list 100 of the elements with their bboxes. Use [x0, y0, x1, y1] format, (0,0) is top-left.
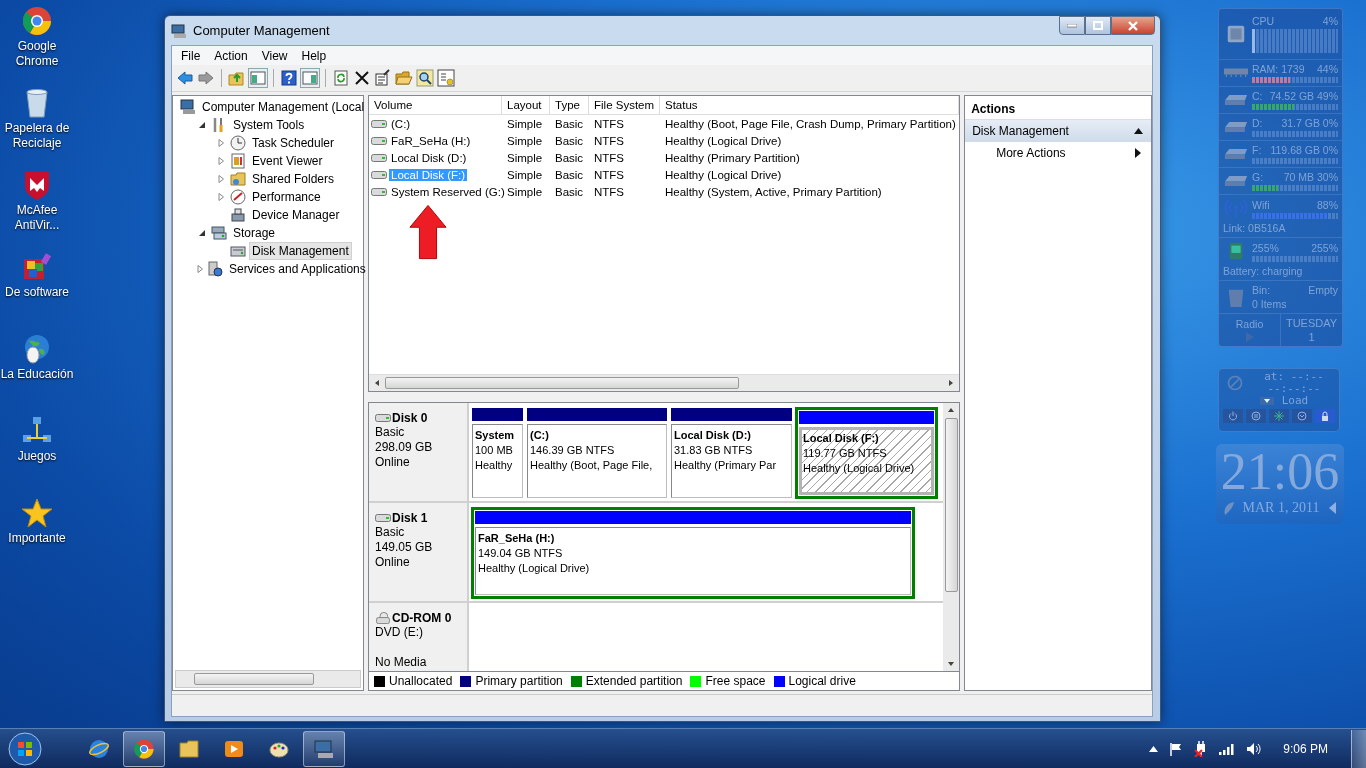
tree-item[interactable]: Services and Applications	[226, 260, 369, 278]
desktop-shortcut[interactable]: Google Chrome	[0, 5, 74, 87]
pane-toggle-icon[interactable]	[249, 69, 267, 87]
left-arrow-icon[interactable]	[1327, 501, 1338, 515]
delete-icon[interactable]	[353, 69, 371, 87]
collapse-caret-icon[interactable]	[1134, 128, 1143, 134]
submenu-caret-icon[interactable]	[1135, 148, 1141, 158]
tree-item[interactable]: Disk Management	[249, 242, 352, 260]
scroll-down-icon[interactable]	[947, 660, 956, 668]
refresh-icon[interactable]	[332, 69, 350, 87]
partition-block[interactable]: Local Disk (F:) 119.77 GB NTFS Healthy (Logical Drive)	[795, 407, 938, 499]
help-icon[interactable]	[280, 69, 298, 87]
taskbar-button[interactable]	[123, 731, 165, 767]
speaker-icon[interactable]	[1246, 742, 1263, 756]
restart-button[interactable]	[1269, 409, 1289, 423]
action-link[interactable]: More Actions	[996, 146, 1066, 160]
forward-arrow-icon[interactable]	[197, 69, 215, 87]
menu-item[interactable]: Help	[294, 48, 334, 63]
menu-item[interactable]: View	[254, 48, 295, 63]
table-cell-text: Basic	[554, 168, 585, 181]
meter-reading: 74.52 GB 49%	[1269, 90, 1338, 102]
drive-name[interactable]: FaR_SeHa (H:)	[389, 134, 473, 147]
expand-arrow-icon[interactable]	[217, 175, 225, 183]
scroll-up-icon[interactable]	[947, 406, 956, 414]
desktop-shortcut[interactable]: McAfee AntiVir...	[0, 169, 74, 251]
partition-status: Healthy (Boot, Page File,	[530, 458, 654, 473]
partition-size: 100 MB	[475, 443, 514, 458]
partition-block[interactable]: FaR_SeHa (H:) 149.04 GB NTFS Healthy (Logical Drive)	[471, 507, 915, 599]
desktop-shortcut[interactable]: La Educación	[0, 333, 74, 415]
legend-label: Extended partition	[585, 674, 683, 688]
dropdown-caret-icon[interactable]	[1259, 397, 1274, 405]
globe-icon	[88, 738, 110, 760]
tree-item[interactable]: Shared Folders	[249, 170, 338, 188]
column-header[interactable]: Type	[550, 96, 589, 114]
show-desktop-button[interactable]	[1351, 730, 1366, 768]
expand-arrow-icon[interactable]	[217, 157, 225, 165]
section-header[interactable]: Disk Management	[965, 120, 1151, 142]
log-off-button[interactable]	[1292, 409, 1312, 423]
countdown: --:--:--	[1267, 383, 1321, 395]
partition-name: System	[475, 428, 516, 443]
pause-button[interactable]	[1246, 409, 1266, 423]
drive-name[interactable]: System Reserved (G:)	[389, 185, 507, 198]
desktop-shortcut[interactable]: Importante	[0, 497, 74, 579]
drive-name[interactable]: (C:)	[389, 117, 413, 130]
vertical-scrollbar[interactable]	[943, 403, 960, 671]
minimize-button[interactable]	[1059, 16, 1085, 35]
meter-label: D:	[1252, 117, 1263, 129]
column-header[interactable]: Layout	[502, 96, 550, 114]
horizontal-scrollbar[interactable]	[369, 374, 960, 391]
optical-drive-icon	[375, 612, 391, 624]
drive-name[interactable]: Local Disk (D:)	[389, 151, 469, 164]
shared-folder-icon	[230, 171, 246, 187]
tree-item[interactable]: Device Manager	[249, 206, 343, 224]
tree-item[interactable]: Task Scheduler	[249, 134, 338, 152]
search-icon[interactable]	[416, 69, 434, 87]
tree-item[interactable]: System Tools	[230, 116, 308, 134]
pause-icon	[1251, 411, 1261, 421]
flag-icon[interactable]	[1169, 742, 1184, 756]
menu-item[interactable]: File	[174, 48, 208, 63]
lock-icon	[1320, 411, 1330, 421]
power-button[interactable]	[1223, 409, 1243, 423]
show-hidden-icons-icon[interactable]	[1149, 746, 1159, 752]
back-arrow-icon[interactable]	[176, 69, 194, 87]
column-header[interactable]: Volume	[369, 96, 502, 114]
lock-button[interactable]	[1315, 409, 1335, 423]
taskbar-clock[interactable]: 9:06 PM	[1283, 742, 1328, 756]
drive-icon	[375, 412, 391, 424]
partition-status: Healthy	[475, 458, 514, 473]
tree-item[interactable]: Event Viewer	[249, 152, 326, 170]
table-cell-text: Simple	[506, 134, 544, 147]
partition-status: Healthy (Primary Par	[674, 458, 778, 473]
maximize-button[interactable]	[1085, 16, 1111, 35]
signal-bars-icon[interactable]	[1219, 743, 1236, 755]
close-button[interactable]	[1111, 16, 1155, 35]
maximize-icon	[1093, 21, 1103, 30]
partition-name: FaR_SeHa (H:)	[478, 531, 556, 546]
collapse-arrow-icon[interactable]	[198, 229, 206, 237]
partition-bar	[471, 407, 524, 422]
column-header[interactable]: Status	[660, 96, 960, 114]
collapse-arrow-icon[interactable]	[198, 121, 206, 129]
menu-item[interactable]: Action	[207, 48, 255, 63]
desktop-shortcut[interactable]: Papelera de Reciclaje	[0, 87, 74, 169]
tree-item[interactable]: Performance	[249, 188, 324, 206]
expand-arrow-icon[interactable]	[196, 265, 204, 273]
horizontal-scrollbar[interactable]	[175, 670, 361, 688]
disk-size: 298.09 GB	[375, 440, 434, 455]
expand-arrow-icon[interactable]	[217, 139, 225, 147]
gauge-icon	[230, 189, 246, 205]
desktop-shortcut[interactable]: De software	[0, 251, 74, 333]
scroll-left-icon[interactable]	[373, 379, 381, 387]
legend-label: Logical drive	[788, 674, 856, 688]
properties-icon[interactable]	[374, 69, 392, 87]
expand-arrow-icon[interactable]	[217, 193, 225, 201]
desktop-shortcut[interactable]: Juegos	[0, 415, 74, 497]
tree-item[interactable]: Storage	[230, 224, 279, 242]
table-cell-text: Simple	[506, 168, 544, 181]
column-header[interactable]: File System	[589, 96, 660, 114]
taskbar-button[interactable]	[303, 731, 345, 767]
tree-item[interactable]: Computer Management (Local	[199, 98, 368, 116]
folder-up-icon[interactable]	[228, 69, 246, 87]
